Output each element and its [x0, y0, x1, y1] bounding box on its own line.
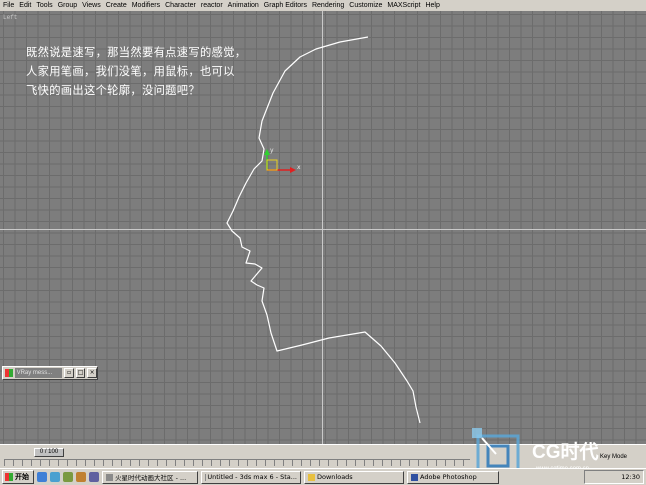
menu-rendering[interactable]: Rendering	[309, 0, 346, 11]
taskbar-item-downloads[interactable]: Downloads	[304, 470, 404, 484]
taskbar-item-hxsd[interactable]: 火星时代动画大社区 - ...	[102, 470, 198, 484]
gizmo-x-label: x	[297, 164, 301, 171]
start-label: 开始	[15, 473, 29, 481]
vray-window-icon	[5, 369, 13, 377]
task-label: 火星时代动画大社区 - ...	[115, 474, 187, 482]
task-label: Downloads	[317, 473, 353, 481]
photoshop-icon	[411, 473, 418, 481]
app-quicklaunch-icon[interactable]	[76, 472, 86, 482]
menu-bar: File Edit Tools Group Views Create Modif…	[0, 0, 646, 11]
taskbar-item-3dsmax[interactable]: Untitled - 3ds max 6 - Sta...	[201, 470, 301, 484]
media-quicklaunch-icon[interactable]	[89, 472, 99, 482]
menu-group[interactable]: Group	[55, 0, 79, 11]
maximize-button[interactable]: □	[75, 368, 86, 378]
gizmo-y-label: y	[270, 148, 274, 154]
task-label: Untitled - 3ds max 6 - Sta...	[207, 473, 297, 481]
menu-views[interactable]: Views	[79, 0, 103, 11]
time-slider[interactable]: 0 / 100	[34, 448, 64, 457]
clock[interactable]: 12:30	[621, 473, 640, 481]
transform-gizmo[interactable]: y x	[260, 148, 306, 186]
browser-icon	[106, 473, 113, 481]
menu-graph-editors[interactable]: Graph Editors	[261, 0, 309, 11]
menu-help[interactable]: Help	[422, 0, 441, 11]
vray-window-title[interactable]: VRay mess...	[14, 368, 63, 378]
desktop-quicklaunch-icon[interactable]	[50, 472, 60, 482]
close-button[interactable]: ×	[87, 368, 97, 378]
menu-maxscript[interactable]: MAXScript	[384, 0, 422, 11]
menu-animation[interactable]: Animation	[225, 0, 261, 11]
start-button[interactable]: 开始	[2, 470, 34, 484]
explorer-quicklaunch-icon[interactable]	[63, 472, 73, 482]
taskbar-item-photoshop[interactable]: Adobe Photoshop	[407, 470, 499, 484]
menu-modifiers[interactable]: Modifiers	[129, 0, 162, 11]
windows-flag-icon	[5, 473, 13, 481]
windows-taskbar: 开始 火星时代动画大社区 - ... Untitled - 3ds max 6 …	[0, 468, 646, 485]
menu-character[interactable]: Character	[162, 0, 198, 11]
folder-icon	[308, 473, 315, 481]
menu-customize[interactable]: Customize	[346, 0, 384, 11]
cgtime-brand: CG时代	[532, 441, 599, 463]
menu-tools[interactable]: Tools	[33, 0, 54, 11]
task-label: Adobe Photoshop	[420, 473, 477, 481]
ie-quicklaunch-icon[interactable]	[37, 472, 47, 482]
vray-messages-window[interactable]: VRay mess... ▫ □ ×	[2, 366, 98, 380]
menu-reactor[interactable]: reactor	[198, 0, 225, 11]
face-profile-line[interactable]	[226, 36, 421, 424]
menu-create[interactable]: Create	[103, 0, 129, 11]
restore-button[interactable]: ▫	[64, 368, 74, 378]
menu-file[interactable]: File	[0, 0, 16, 11]
system-tray: 12:30	[584, 470, 644, 484]
menu-edit[interactable]: Edit	[16, 0, 33, 11]
track-bar[interactable]	[4, 459, 470, 466]
